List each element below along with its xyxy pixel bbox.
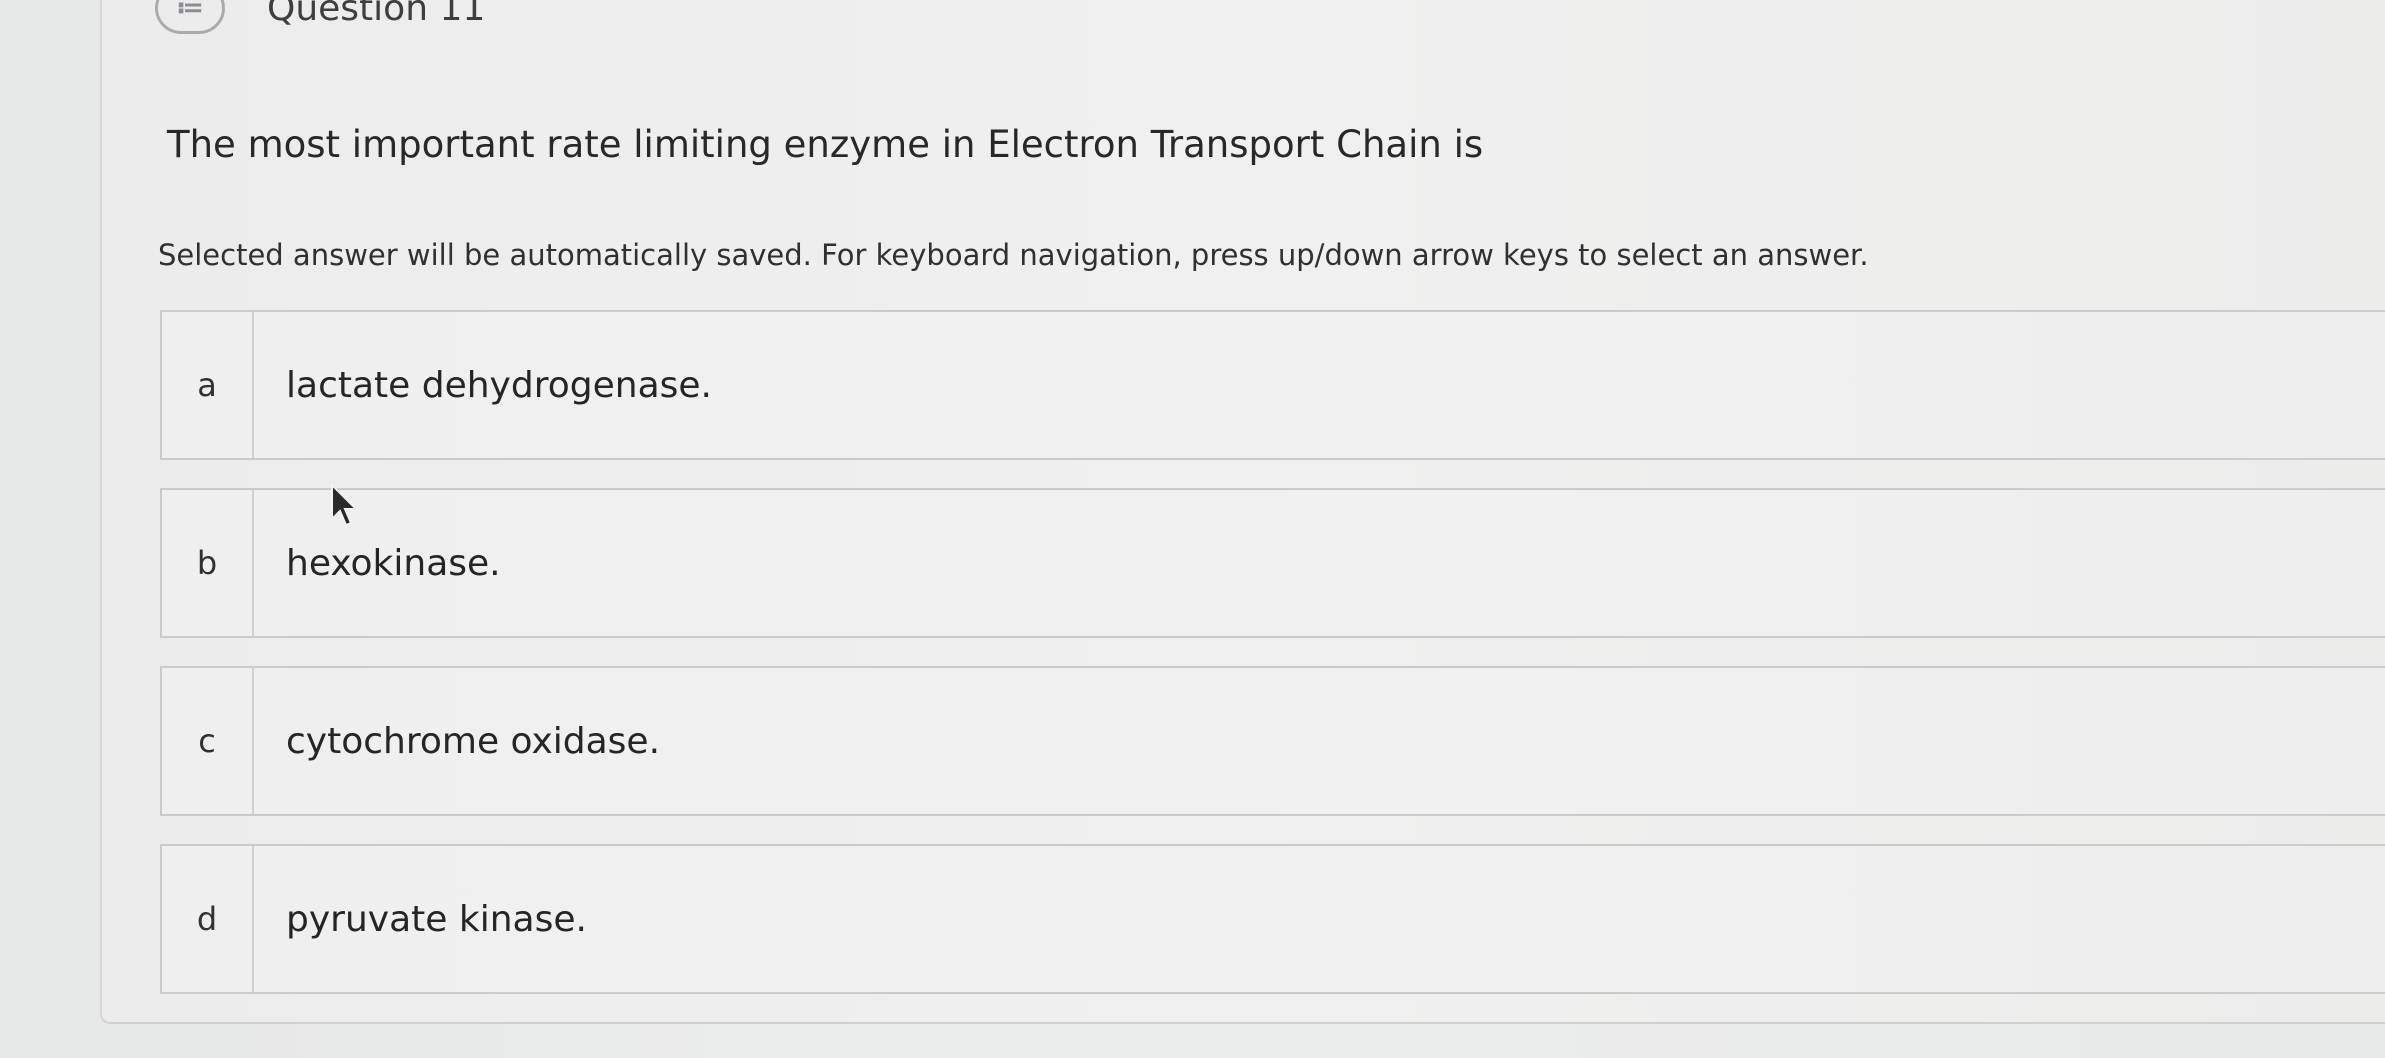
page: ≔ Question 11 The most important rate li…: [0, 0, 2385, 1058]
option-text: hexokinase.: [286, 542, 501, 584]
option-letter: b: [162, 490, 254, 636]
answer-option-d[interactable]: d pyruvate kinase.: [160, 844, 2385, 994]
option-text: cytochrome oxidase.: [286, 720, 661, 762]
mouse-pointer-icon: [331, 482, 359, 527]
option-text: lactate dehydrogenase.: [286, 364, 712, 406]
option-letter: c: [162, 668, 254, 814]
question-title: Question 11: [267, 0, 486, 29]
answer-option-a[interactable]: a lactate dehydrogenase.: [160, 310, 2385, 460]
option-letter: a: [162, 312, 254, 458]
answer-instructions: Selected answer will be automatically sa…: [158, 238, 1869, 272]
option-letter: d: [162, 846, 254, 992]
list-chat-icon: ≔: [155, 0, 225, 34]
question-header: ≔ Question 11: [155, 0, 485, 34]
question-prompt: The most important rate limiting enzyme …: [167, 123, 1484, 166]
answer-option-b[interactable]: b hexokinase.: [160, 488, 2385, 638]
answer-options: a lactate dehydrogenase. b hexokinase. c…: [160, 310, 2385, 1022]
answer-option-c[interactable]: c cytochrome oxidase.: [160, 666, 2385, 816]
option-text: pyruvate kinase.: [286, 898, 587, 940]
